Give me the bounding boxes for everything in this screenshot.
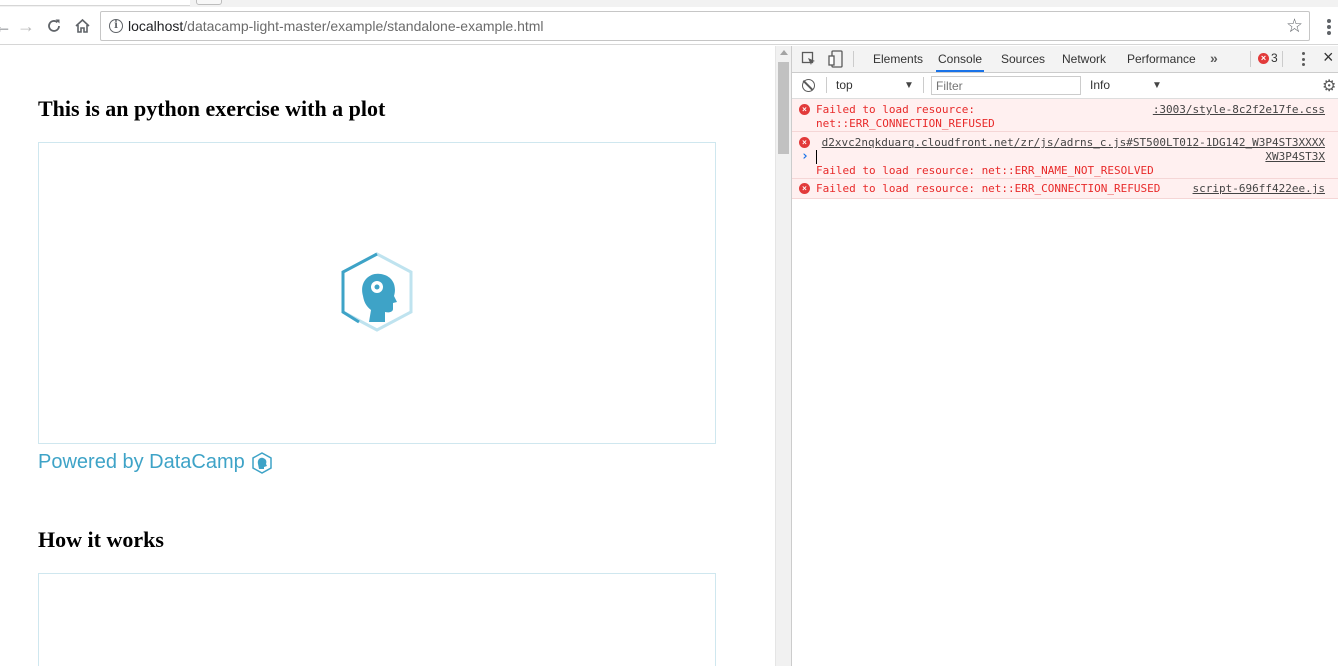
scrollbar-thumb[interactable]	[778, 62, 789, 154]
close-devtools-icon[interactable]: ×	[1323, 48, 1334, 66]
datacamp-loading-logo-icon	[341, 252, 413, 332]
error-icon: ×	[799, 104, 810, 115]
exercise-frame[interactable]	[38, 142, 716, 444]
console-filterbar: top ▼ Info ▼ ⚙	[792, 73, 1338, 99]
browser-toolbar: ← → i localhost/datacamp-light-master/ex…	[0, 7, 1338, 45]
tab-strip	[0, 0, 1338, 7]
error-icon: ×	[799, 137, 810, 148]
error-message: Failed to load resource: net::ERR_CONNEC…	[816, 182, 1161, 195]
new-tab-button[interactable]	[196, 0, 222, 5]
error-message: Failed to load resource: net::ERR_NAME_N…	[816, 164, 1154, 177]
console-error-row: × d2xvc2nqkduarq.cloudfront.net/zr/js/ad…	[792, 132, 1338, 179]
error-source-link[interactable]: d2xvc2nqkduarq.cloudfront.net/zr/js/adrn…	[822, 136, 1325, 149]
console-filter-input[interactable]	[931, 76, 1081, 95]
tab-performance[interactable]: Performance	[1125, 46, 1198, 72]
console-messages: × Failed to load resource: net::ERR_CONN…	[792, 99, 1338, 199]
page-scrollbar[interactable]	[775, 46, 791, 666]
error-source-link-continued[interactable]: XW3P4ST3X	[1265, 150, 1325, 163]
back-icon[interactable]: ←	[0, 15, 14, 37]
forward-icon[interactable]: →	[15, 15, 37, 37]
error-source-link[interactable]: :3003/style-8c2f2e17fe.css	[1153, 103, 1325, 116]
info-icon[interactable]: i	[109, 19, 123, 33]
error-source-link[interactable]: script-696ff422ee.js	[1193, 182, 1325, 195]
context-select[interactable]: top	[836, 78, 853, 92]
clear-console-icon[interactable]	[802, 79, 815, 92]
log-level-dropdown-arrow-icon[interactable]: ▼	[1152, 80, 1162, 91]
browser-menu-icon[interactable]	[1320, 17, 1338, 37]
url-host: localhost	[128, 18, 184, 34]
inspect-element-icon[interactable]	[800, 50, 818, 68]
tab-console[interactable]: Console	[936, 46, 985, 72]
page-content: This is an python exercise with a plot P…	[0, 46, 775, 666]
tab-sources[interactable]: Sources	[999, 46, 1047, 72]
how-it-works-heading: How it works	[38, 527, 164, 552]
device-toolbar-icon[interactable]	[827, 50, 845, 68]
error-icon: ×	[799, 183, 810, 194]
console-error-row: × Failed to load resource: net::ERR_CONN…	[792, 179, 1338, 199]
powered-by-text: Powered by DataCamp	[38, 451, 245, 473]
devtools-menu-icon[interactable]	[1300, 52, 1306, 66]
more-tabs-icon[interactable]: »	[1210, 50, 1218, 66]
bookmark-star-icon[interactable]: ☆	[1286, 15, 1303, 38]
error-count: 3	[1271, 51, 1278, 65]
console-input[interactable]	[816, 150, 817, 164]
context-dropdown-arrow-icon[interactable]: ▼	[904, 80, 914, 91]
how-it-works-frame[interactable]	[38, 573, 716, 666]
address-bar[interactable]: i localhost/datacamp-light-master/exampl…	[100, 11, 1310, 41]
reload-icon[interactable]	[43, 15, 65, 37]
active-tab[interactable]	[0, 0, 190, 6]
home-icon[interactable]	[71, 15, 93, 37]
log-level-select[interactable]: Info	[1090, 78, 1110, 92]
tab-elements[interactable]: Elements	[871, 46, 925, 72]
exercise-heading: This is an python exercise with a plot	[38, 96, 386, 121]
error-icon: ×	[1258, 52, 1269, 64]
devtools-tabbar: Elements Console Sources Network Perform…	[792, 46, 1338, 73]
error-counter[interactable]: × 3	[1258, 51, 1278, 65]
error-message-detail: net::ERR_CONNECTION_REFUSED	[816, 117, 995, 130]
console-prompt-icon: ›	[801, 149, 809, 164]
tab-network[interactable]: Network	[1060, 46, 1108, 72]
powered-by-link[interactable]: Powered by DataCamp	[38, 451, 273, 474]
url-path: /datacamp-light-master/example/standalon…	[183, 18, 544, 34]
scroll-up-arrow-icon[interactable]	[780, 50, 788, 55]
datacamp-shield-icon	[252, 451, 272, 474]
console-settings-gear-icon[interactable]: ⚙	[1322, 76, 1336, 96]
console-error-row: × Failed to load resource: net::ERR_CONN…	[792, 99, 1338, 132]
url-text[interactable]: localhost/datacamp-light-master/example/…	[128, 18, 544, 34]
devtools-panel: Elements Console Sources Network Perform…	[791, 46, 1338, 666]
error-message: Failed to load resource:	[816, 103, 975, 116]
